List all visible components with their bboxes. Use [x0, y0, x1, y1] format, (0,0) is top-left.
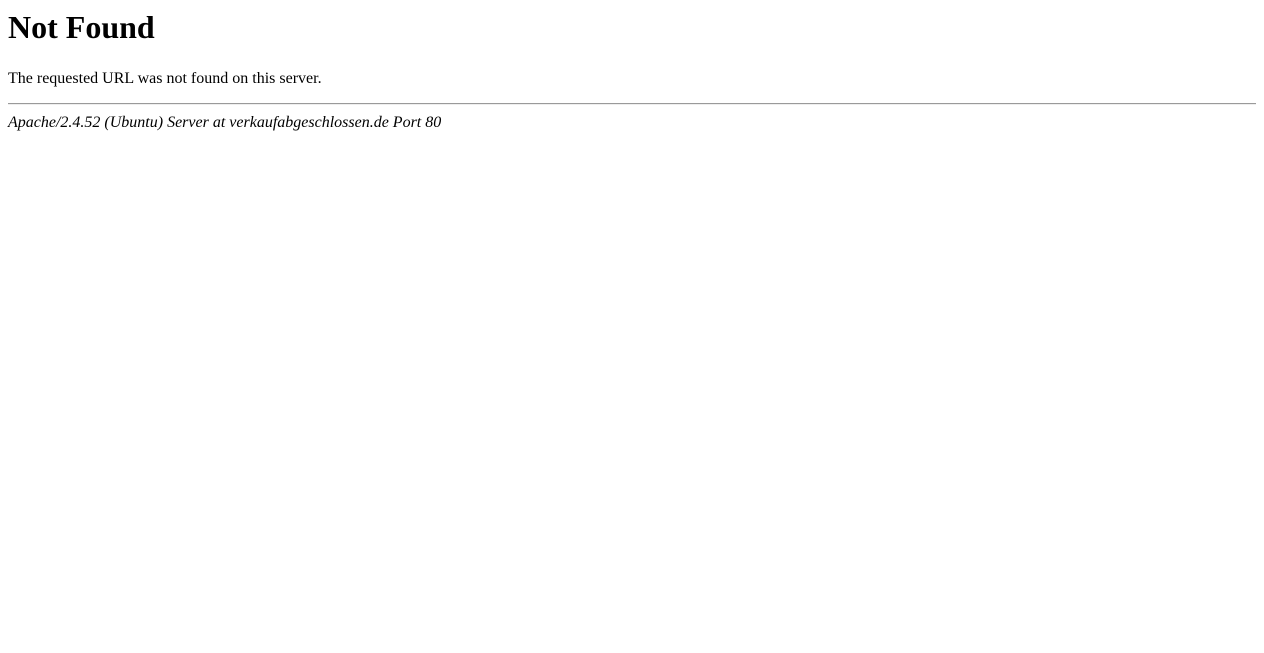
divider [8, 103, 1256, 105]
page-title: Not Found [8, 9, 155, 45]
error-message: The requested URL was not found on this … [8, 70, 322, 87]
server-signature: Apache/2.4.52 (Ubuntu) Server at verkauf… [8, 114, 442, 131]
error-page: Not Found The requested URL was not foun… [8, 8, 1256, 132]
